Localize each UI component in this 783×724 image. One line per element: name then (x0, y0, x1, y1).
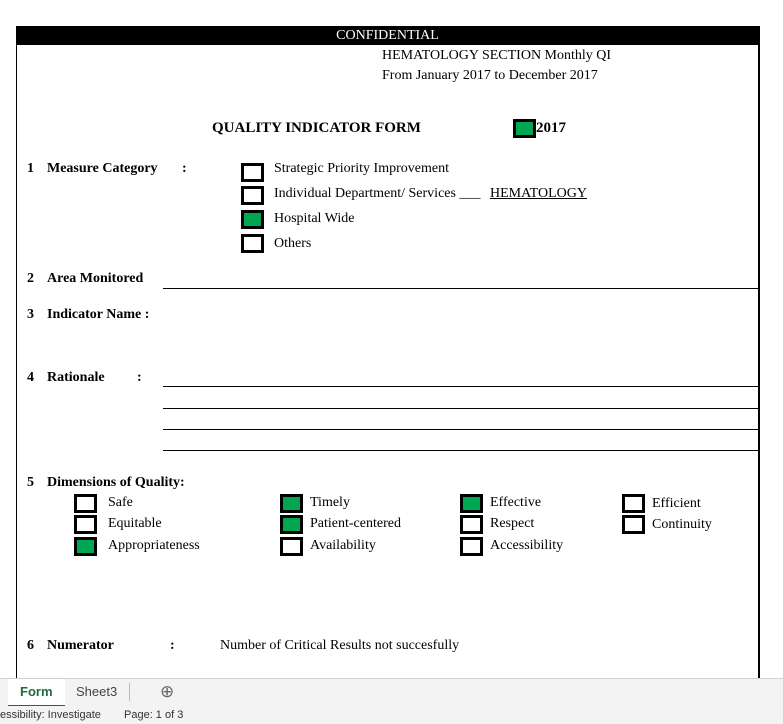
option-label: Others (274, 236, 312, 251)
option-label: Timely (310, 495, 350, 510)
tab-form[interactable]: Form (8, 679, 65, 707)
colon: : (170, 638, 175, 653)
accessibility-status[interactable]: essibility: Investigate (0, 706, 101, 724)
sheet-tabs-bar: Form Sheet3 ⊕ (0, 678, 783, 707)
section-number: 3 (27, 307, 34, 322)
add-sheet-icon[interactable]: ⊕ (148, 679, 186, 705)
section-title: HEMATOLOGY SECTION Monthly QI (382, 48, 612, 63)
checkbox-respect[interactable] (460, 515, 483, 534)
option-label: Efficient (652, 496, 701, 511)
section-number: 6 (27, 638, 34, 653)
measure-category-label: Measure Category (47, 161, 158, 176)
checkbox-hospital-wide[interactable] (241, 210, 264, 229)
section-number: 4 (27, 370, 34, 385)
area-monitored-label: Area Monitored (47, 271, 144, 286)
checkbox-continuity[interactable] (622, 515, 645, 534)
option-label: Respect (490, 516, 535, 531)
option-label: Strategic Priority Improvement (274, 161, 449, 176)
status-bar: essibility: Investigate Page: 1 of 3 (0, 706, 783, 724)
option-label: Availability (310, 538, 376, 553)
period-text: From January 2017 to December 2017 (382, 68, 598, 83)
form-title: QUALITY INDICATOR FORM (212, 120, 421, 136)
colon: : (182, 161, 187, 176)
checkbox-safe[interactable] (74, 494, 97, 513)
dimensions-label: Dimensions of Quality: (47, 475, 185, 490)
option-label: Continuity (652, 517, 712, 532)
option-label: Equitable (108, 516, 162, 531)
checkbox-equitable[interactable] (74, 515, 97, 534)
option-label: Appropriateness (108, 538, 200, 553)
rationale-line[interactable] (163, 386, 758, 387)
year-label: 2017 (536, 120, 566, 136)
option-label: Safe (108, 495, 133, 510)
checkbox-effective[interactable] (460, 494, 483, 513)
section-number: 2 (27, 271, 34, 286)
checkbox-individual-department[interactable] (241, 186, 264, 205)
year-checkbox[interactable] (513, 119, 536, 138)
rationale-line[interactable] (163, 408, 758, 409)
colon: : (137, 370, 142, 385)
checkbox-efficient[interactable] (622, 494, 645, 513)
confidential-banner: CONFIDENTIAL (16, 26, 759, 45)
option-label: Accessibility (490, 538, 564, 553)
department-value[interactable]: HEMATOLOGY (490, 186, 587, 202)
numerator-label: Numerator (47, 638, 114, 653)
indicator-name-label: Indicator Name : (47, 307, 150, 322)
checkbox-availability[interactable] (280, 537, 303, 556)
numerator-value: Number of Critical Results not succesful… (220, 638, 460, 653)
rationale-line[interactable] (163, 450, 758, 451)
checkbox-timely[interactable] (280, 494, 303, 513)
checkbox-appropriateness[interactable] (74, 537, 97, 556)
option-label: Hospital Wide (274, 211, 355, 226)
section-number: 1 (27, 161, 34, 176)
checkbox-accessibility[interactable] (460, 537, 483, 556)
rationale-label: Rationale (47, 370, 105, 385)
rationale-line[interactable] (163, 429, 758, 430)
option-label: Effective (490, 495, 542, 510)
area-monitored-field[interactable] (163, 288, 758, 289)
tab-sheet3[interactable]: Sheet3 (64, 683, 131, 701)
option-label: Individual Department/ Services ___ (274, 186, 481, 201)
checkbox-patient-centered[interactable] (280, 515, 303, 534)
page-indicator: Page: 1 of 3 (124, 709, 184, 721)
section-number: 5 (27, 475, 34, 490)
option-label: Patient-centered (310, 516, 401, 531)
checkbox-others[interactable] (241, 234, 264, 253)
checkbox-strategic[interactable] (241, 163, 264, 182)
